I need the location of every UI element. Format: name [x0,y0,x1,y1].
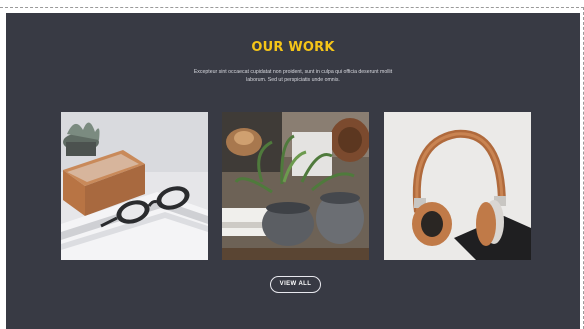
section-title: OUR WORK [251,40,335,55]
gallery-image-headphones[interactable] [384,112,531,260]
gallery-image-plants[interactable] [222,112,369,260]
dashed-border-top [0,7,584,8]
plants-photo [222,112,369,260]
our-work-section: OUR WORK Excepteur sint occaecat cupidat… [6,13,580,329]
gallery-image-glasses[interactable] [61,112,208,260]
view-all-button[interactable]: VIEW ALL [270,276,321,293]
glasses-books-photo [61,112,208,260]
section-description: Excepteur sint occaecat cupidatat non pr… [193,69,393,83]
headphones-photo [384,112,531,260]
